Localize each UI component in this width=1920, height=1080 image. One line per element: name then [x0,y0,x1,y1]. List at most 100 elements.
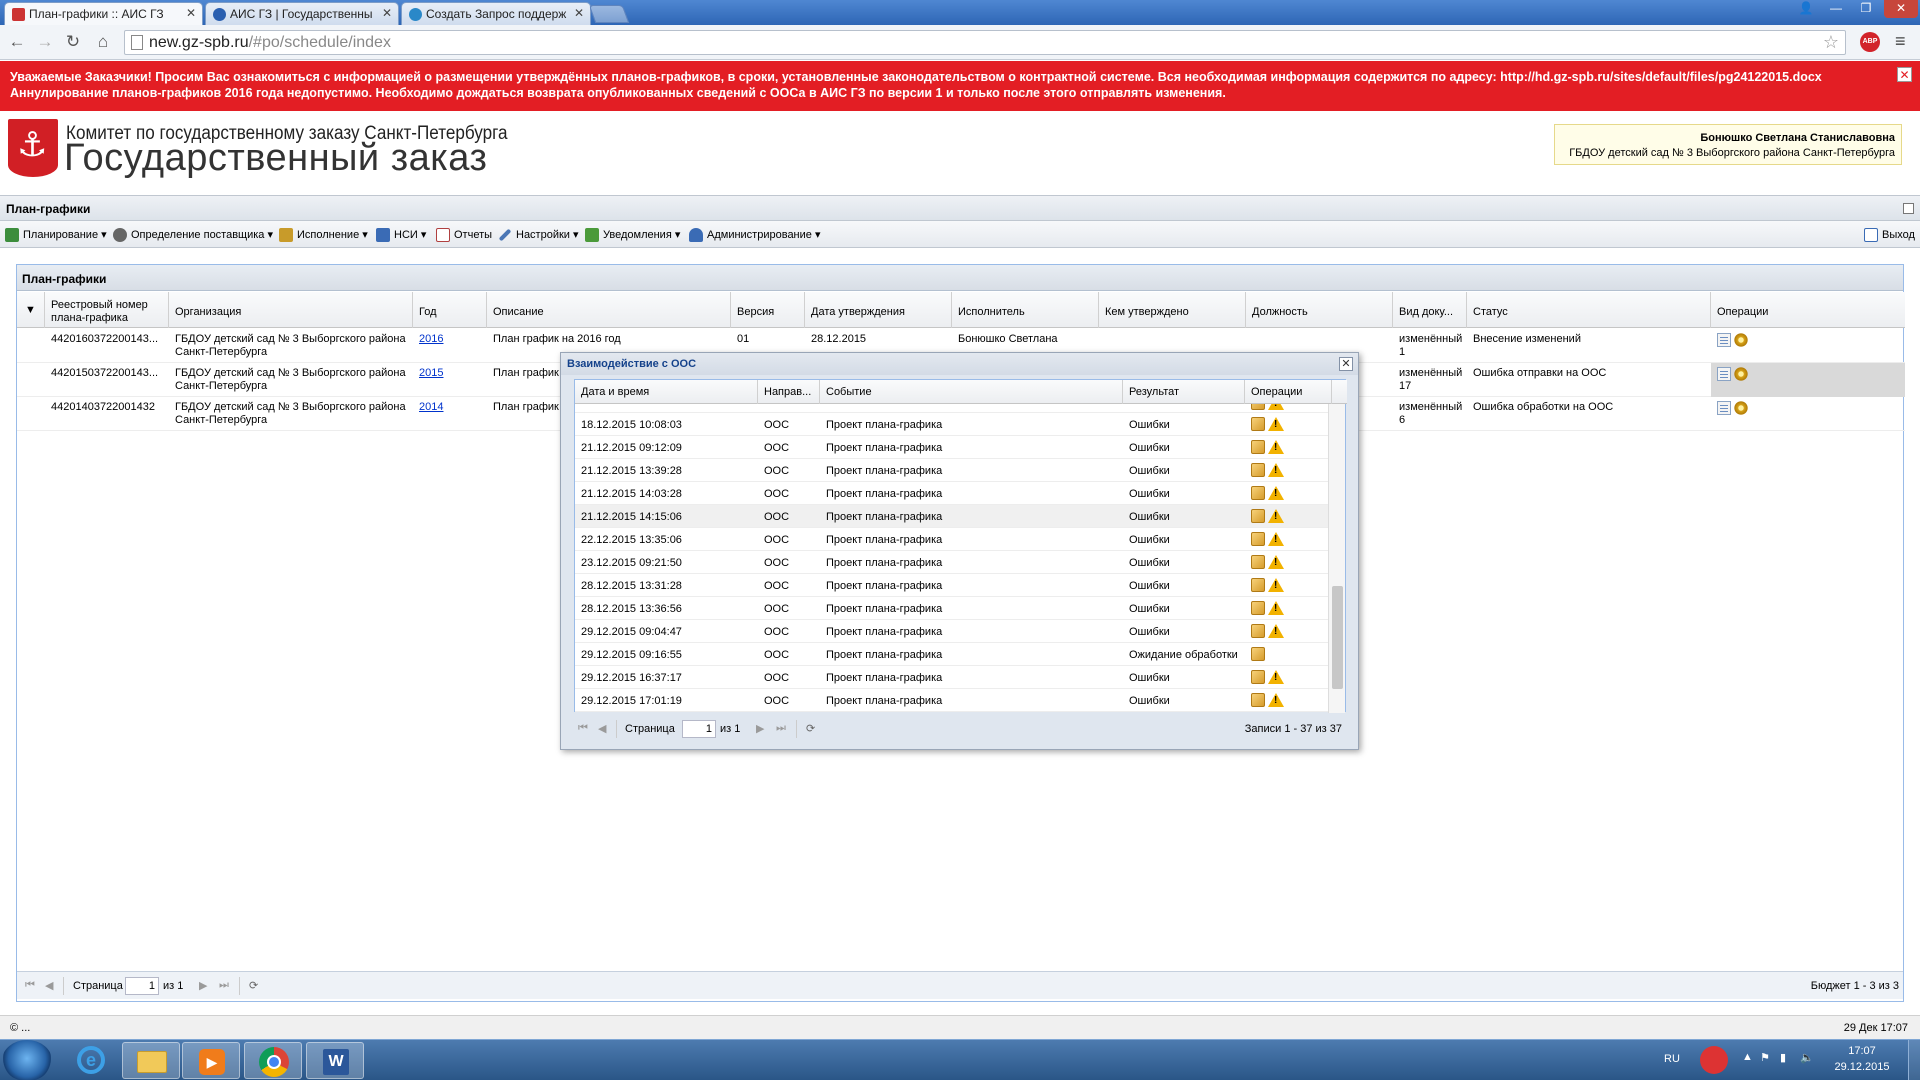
word-taskbar-icon[interactable]: W [306,1042,364,1079]
warning-icon[interactable] [1268,486,1284,500]
close-tab-icon[interactable]: ✕ [574,6,584,20]
table-row[interactable]: 29.12.2015 17:01:19 ООС Проект плана-графи… [575,689,1329,712]
show-desktop-button[interactable] [1908,1040,1920,1080]
refresh-icon[interactable]: ⟳ [249,979,258,992]
warning-icon[interactable] [1268,509,1284,523]
warning-icon[interactable] [1268,532,1284,546]
close-banner-icon[interactable]: ✕ [1897,67,1912,82]
menu-supplier[interactable]: Определение поставщика ▾ [113,227,273,243]
back-icon[interactable]: ← [6,31,28,53]
package-icon[interactable] [1251,463,1265,477]
warning-icon[interactable] [1268,670,1284,684]
column-header[interactable]: Событие [820,380,1123,404]
refresh-icon[interactable]: ⟳ [806,722,815,735]
column-header[interactable]: Дата утверждения [805,292,952,328]
year-link[interactable]: 2014 [413,397,487,431]
tab-support-request[interactable]: Создать Запрос поддерж ✕ [401,2,591,25]
close-tab-icon[interactable]: ✕ [186,6,196,20]
prev-page-icon[interactable]: ◀ [598,722,606,735]
menu-nsi[interactable]: НСИ ▾ [376,227,426,243]
page-input[interactable]: 1 [682,720,716,738]
start-button[interactable] [2,1040,52,1080]
logout-button[interactable]: Выход [1864,227,1915,243]
close-window-icon[interactable]: ✕ [1884,0,1918,18]
clock-time[interactable]: 17:07 [1832,1045,1892,1057]
media-player-taskbar-icon[interactable]: ▶ [182,1042,240,1079]
package-icon[interactable] [1251,578,1265,592]
chrome-taskbar-icon[interactable] [244,1042,302,1079]
chrome-menu-icon[interactable]: ≡ [1895,31,1906,52]
column-header[interactable]: Операции [1245,380,1332,404]
language-indicator[interactable]: RU [1664,1053,1680,1065]
clock-date[interactable]: 29.12.2015 [1832,1061,1892,1073]
last-page-icon[interactable]: ⏭ [776,722,786,735]
collapse-icon[interactable] [1903,203,1914,214]
warning-icon[interactable] [1268,693,1284,707]
warning-icon[interactable] [1268,417,1284,431]
profile-icon[interactable]: 👤 [1792,0,1820,18]
next-page-icon[interactable]: ▶ [756,722,764,735]
package-icon[interactable] [1251,670,1265,684]
year-link[interactable]: 2016 [413,329,487,363]
column-header[interactable]: Кем утверждено [1099,292,1246,328]
package-icon[interactable] [1251,555,1265,569]
network-icon[interactable]: ▮ [1780,1051,1786,1064]
close-tab-icon[interactable]: ✕ [382,6,392,20]
new-tab-button[interactable] [588,5,630,23]
column-header[interactable]: Год [413,292,487,328]
next-page-icon[interactable]: ▶ [199,979,207,992]
column-header[interactable]: Результат [1123,380,1245,404]
column-header[interactable]: Дата и время [575,380,758,404]
table-row[interactable]: 29.12.2015 16:37:17 ООС Проект плана-графи… [575,666,1329,689]
column-header[interactable]: Реестровый номер плана-графика [45,292,169,328]
explorer-taskbar-icon[interactable] [122,1042,180,1079]
table-row[interactable]: 28.12.2015 13:31:28 ООС Проект плана-графи… [575,574,1329,597]
warning-icon[interactable] [1268,601,1284,615]
warning-icon[interactable] [1268,463,1284,477]
dialog-scrollbar[interactable] [1328,404,1345,713]
menu-admin[interactable]: Администрирование ▾ [689,227,820,243]
user-info[interactable]: Бонюшко Светлана Станиславовна ГБДОУ дет… [1554,124,1902,165]
first-page-icon[interactable]: ⏮ [25,979,35,992]
table-row[interactable]: 29.12.2015 09:04:47 ООС Проект плана-графи… [575,620,1329,643]
page-input[interactable]: 1 [125,977,159,995]
prev-page-icon[interactable]: ◀ [45,979,53,992]
scrollbar-thumb[interactable] [1332,586,1343,689]
warning-icon[interactable] [1268,440,1284,454]
package-icon[interactable] [1251,693,1265,707]
table-row[interactable]: 21.12.2015 09:12:09 ООС Проект плана-графи… [575,436,1329,459]
address-bar[interactable]: new.gz-spb.ru/#po/schedule/index ☆ [124,30,1846,55]
table-row[interactable]: 21.12.2015 14:15:06 ООС Проект плана-графи… [575,505,1329,528]
close-dialog-icon[interactable]: ✕ [1339,357,1353,371]
package-icon[interactable] [1251,417,1265,431]
tab-ais-gz[interactable]: АИС ГЗ | Государственны ✕ [205,2,399,25]
warning-icon[interactable] [1268,578,1284,592]
year-link[interactable]: 2015 [413,363,487,397]
table-row[interactable]: 18.12.2015 10:08:03 ООС Проект плана-графи… [575,413,1329,436]
package-icon[interactable] [1251,404,1265,410]
emblem-signature-icon[interactable] [1734,401,1748,415]
column-header[interactable]: Операции [1711,292,1905,328]
show-hidden-icons-icon[interactable]: ▲ [1742,1051,1753,1063]
ie-taskbar-icon[interactable]: e [62,1042,120,1079]
table-row[interactable]: 21.12.2015 13:39:28 ООС Проект плана-графи… [575,459,1329,482]
last-page-icon[interactable]: ⏭ [219,979,229,992]
column-header[interactable]: Статус [1467,292,1711,328]
package-icon[interactable] [1251,509,1265,523]
action-center-icon[interactable]: ⚑ [1760,1051,1770,1064]
bookmark-star-icon[interactable]: ☆ [1823,31,1839,54]
menu-planning[interactable]: Планирование ▾ [5,227,107,243]
column-header[interactable]: Должность [1246,292,1393,328]
table-row[interactable]: 21.12.2015 14:03:28 ООС Проект плана-графи… [575,482,1329,505]
minimize-icon[interactable]: — [1822,0,1850,18]
view-document-icon[interactable] [1717,367,1731,381]
column-header[interactable]: Описание [487,292,731,328]
forward-icon[interactable]: → [34,31,56,53]
antivirus-tray-icon[interactable] [1700,1046,1728,1074]
emblem-signature-icon[interactable] [1734,367,1748,381]
column-header[interactable]: Исполнитель [952,292,1099,328]
adblock-icon[interactable]: ABP [1860,32,1880,52]
menu-execution[interactable]: Исполнение ▾ [279,227,368,243]
tab-plan-schedules[interactable]: План-графики :: АИС ГЗ ✕ [4,2,203,25]
menu-settings[interactable]: Настройки ▾ [498,227,579,243]
